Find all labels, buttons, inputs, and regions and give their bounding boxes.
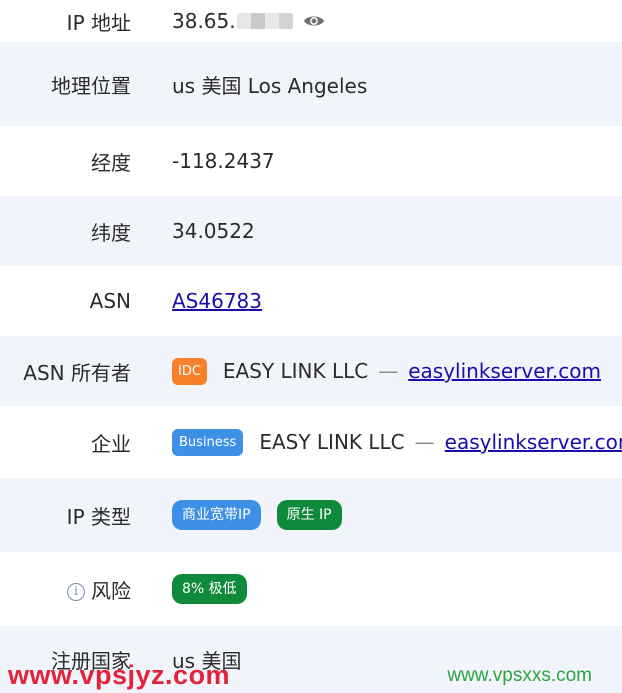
label-risk: i 风险 [0,575,131,604]
value-asn-owner: IDC EASY LINK LLC — easylinkserver.com [172,357,601,385]
label-risk-text: 风险 [91,578,131,603]
asn-link[interactable]: AS46783 [172,289,262,313]
value-ip-type: 商业宽带IP 原生 IP [172,500,358,530]
value-risk: 8% 极低 [172,574,263,604]
label-location: 地理位置 [51,73,131,98]
tag-native-ip: 原生 IP [276,500,342,530]
label-asn-owner: ASN 所有者 [23,360,131,385]
value-location: us 美国 Los Angeles [172,73,368,98]
label-latitude: 纬度 [91,220,131,245]
label-ip: IP 地址 [66,10,131,35]
row-risk: i 风险 8% 极低 [0,552,622,626]
label-reg-country: 注册国家 [51,649,131,673]
row-location: 地理位置 us 美国 Los Angeles [0,42,622,126]
tag-commercial-broadband: 商业宽带IP [172,500,261,530]
value-latitude: 34.0522 [172,219,255,243]
ip-info-table: IP 地址 38.65. 地理位置 us 美国 Los Angeles 经度 -… [0,0,622,693]
row-latitude: 纬度 34.0522 [0,196,622,266]
asn-owner-domain-link[interactable]: easylinkserver.com [408,359,601,383]
value-ip: 38.65. [172,9,325,33]
business-badge: Business [172,428,244,456]
enterprise-domain-link[interactable]: easylinkserver.com [445,430,622,454]
value-enterprise: Business EASY LINK LLC — easylinkserver.… [172,428,622,456]
row-ip-type: IP 类型 商业宽带IP 原生 IP [0,478,622,552]
value-reg-country: us 美国 [172,649,242,673]
asn-owner-name: EASY LINK LLC [222,359,369,383]
asn-owner-dash: — [378,359,399,383]
row-longitude: 经度 -118.2437 [0,126,622,196]
row-ip: IP 地址 38.65. [0,0,622,42]
enterprise-dash: — [414,430,435,454]
idc-badge: IDC [172,357,207,385]
value-asn: AS46783 [172,289,262,313]
row-asn: ASN AS46783 [0,266,622,336]
label-asn: ASN [89,289,131,313]
row-enterprise: 企业 Business EASY LINK LLC — easylinkserv… [0,406,622,478]
ip-masked-segment [236,13,293,29]
ip-address-text: 38.65. [172,9,236,33]
info-icon[interactable]: i [67,583,85,601]
value-longitude: -118.2437 [172,149,275,173]
risk-tag: 8% 极低 [172,574,247,604]
label-enterprise: 企业 [91,431,131,456]
label-ip-type: IP 类型 [66,504,131,529]
label-longitude: 经度 [91,150,131,175]
enterprise-name: EASY LINK LLC [259,430,405,454]
eye-icon[interactable] [303,13,325,29]
row-reg-country: 注册国家 us 美国 [0,626,622,693]
row-asn-owner: ASN 所有者 IDC EASY LINK LLC — easylinkserv… [0,336,622,406]
